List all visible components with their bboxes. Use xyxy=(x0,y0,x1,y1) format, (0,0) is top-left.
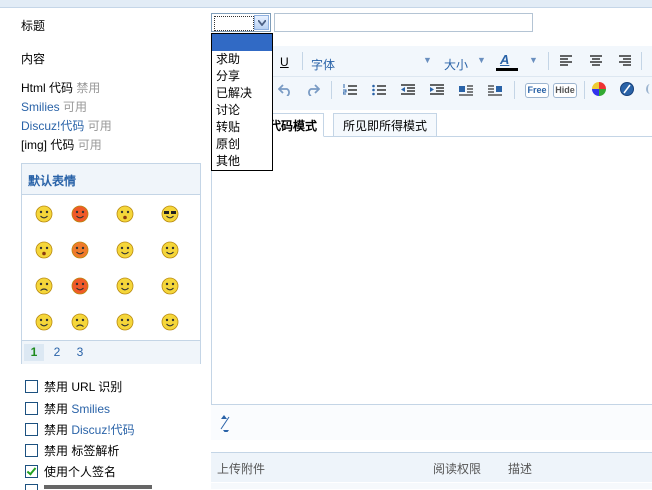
text-color-swatch xyxy=(496,68,518,71)
smilies-page-3[interactable]: 3 xyxy=(70,344,90,361)
smilies-status: Smilies 可用 xyxy=(21,100,88,114)
option-use-signature[interactable]: 使用个人签名 xyxy=(25,463,116,480)
option-disable-url[interactable]: 禁用 URL 识别 xyxy=(25,378,122,395)
attachments-row xyxy=(211,483,652,489)
option-partial-label xyxy=(44,485,152,489)
float-right-icon[interactable] xyxy=(488,84,502,99)
undo-icon[interactable] xyxy=(277,84,292,99)
align-right-icon[interactable] xyxy=(619,55,631,70)
font-select[interactable]: 字体 xyxy=(311,56,335,73)
title-label: 标题 xyxy=(21,19,46,33)
toolbar-divider xyxy=(331,81,332,99)
indent-icon[interactable] xyxy=(430,84,444,99)
media-icon[interactable] xyxy=(592,82,606,96)
option-partial-checkbox[interactable] xyxy=(25,484,38,490)
category-option[interactable]: 原创 xyxy=(212,136,272,153)
underline-button[interactable]: U xyxy=(280,55,289,69)
message-textarea[interactable] xyxy=(212,137,652,403)
smiley-sealed-icon[interactable] xyxy=(116,241,134,259)
smilies-page-2[interactable]: 2 xyxy=(47,344,67,361)
smiley-mad-icon[interactable] xyxy=(71,277,89,295)
category-option[interactable]: 分享 xyxy=(212,68,272,85)
smilies-help-link[interactable]: Smilies xyxy=(71,402,110,416)
option-disable-smilies-checkbox[interactable] xyxy=(25,402,38,415)
option-disable-tags[interactable]: 禁用 标签解析 xyxy=(25,442,119,459)
discuz-code-status-link[interactable]: Discuz!代码 xyxy=(21,119,84,133)
attach-col-upload: 上传附件 xyxy=(217,462,266,476)
attach-col-permission: 阅读权限 xyxy=(433,462,482,476)
resize-handle-icon[interactable] xyxy=(218,414,232,435)
category-option[interactable] xyxy=(212,34,272,51)
smiley-smile-icon[interactable] xyxy=(35,313,53,331)
option-use-signature-checkbox[interactable] xyxy=(25,465,38,478)
img-code-status: [img] 代码 可用 xyxy=(21,138,102,152)
option-disable-url-checkbox[interactable] xyxy=(25,380,38,393)
redo-icon[interactable] xyxy=(306,84,321,99)
smilies-pager: 1 2 3 xyxy=(22,340,200,364)
category-option[interactable]: 已解决 xyxy=(212,85,272,102)
color-chevron-down-icon[interactable]: ▼ xyxy=(529,55,538,65)
category-selected-value xyxy=(214,16,254,31)
smiley-dizzy-icon[interactable] xyxy=(35,205,53,223)
editor-resize-bar xyxy=(211,404,652,440)
smiley-surprise-icon[interactable] xyxy=(116,205,134,223)
discuz-code-status: Discuz!代码 可用 xyxy=(21,119,112,133)
title-input[interactable] xyxy=(274,13,533,32)
font-chevron-down-icon[interactable]: ▼ xyxy=(423,55,432,65)
size-select[interactable]: 大小 xyxy=(444,56,468,73)
toolbar-divider xyxy=(514,81,515,99)
unordered-list-icon[interactable] xyxy=(372,84,386,99)
smiley-smirk-icon[interactable] xyxy=(161,241,179,259)
option-disable-discuz[interactable]: 禁用 Discuz!代码 xyxy=(25,421,135,438)
free-button[interactable]: Free xyxy=(525,83,549,98)
toolbar-divider xyxy=(548,52,549,70)
float-left-icon[interactable] xyxy=(459,84,473,99)
smiley-teeth-icon[interactable] xyxy=(116,313,134,331)
category-option[interactable]: 转贴 xyxy=(212,119,272,136)
smiley-laugh-icon[interactable] xyxy=(161,313,179,331)
align-center-icon[interactable] xyxy=(590,55,602,70)
category-option[interactable]: 其他 xyxy=(212,153,272,170)
top-border xyxy=(0,0,652,8)
html-code-status: Html 代码 禁用 xyxy=(21,81,101,95)
smiley-kiss-icon[interactable] xyxy=(71,241,89,259)
smilies-panel-title: 默认表情 xyxy=(28,174,77,188)
smiley-cry-icon[interactable] xyxy=(35,277,53,295)
attach-col-description: 描述 xyxy=(508,462,533,476)
smilies-status-link[interactable]: Smilies xyxy=(21,100,60,114)
content-label: 内容 xyxy=(21,52,46,66)
option-disable-discuz-checkbox[interactable] xyxy=(25,423,38,436)
smiley-sad-icon[interactable] xyxy=(71,313,89,331)
option-disable-tags-checkbox[interactable] xyxy=(25,444,38,457)
smiley-shock-icon[interactable] xyxy=(35,241,53,259)
outdent-icon[interactable] xyxy=(401,84,415,99)
smilies-panel-header: 默认表情 xyxy=(22,164,200,195)
category-select[interactable] xyxy=(211,13,271,32)
discuz-code-help-link[interactable]: Discuz!代码 xyxy=(71,423,134,437)
chevron-down-icon[interactable] xyxy=(254,15,269,30)
text-color-button[interactable]: A xyxy=(500,52,509,67)
toolbar-divider xyxy=(584,81,585,99)
attachments-header: 上传附件 阅读权限 描述 xyxy=(211,452,652,482)
hide-button[interactable]: Hide xyxy=(553,83,577,98)
flash-icon[interactable] xyxy=(620,82,634,96)
toolbar-divider xyxy=(302,52,303,70)
size-chevron-down-icon[interactable]: ▼ xyxy=(477,55,486,65)
option-disable-smilies[interactable]: 禁用 Smilies xyxy=(25,400,110,417)
smiley-grin-icon[interactable] xyxy=(161,277,179,295)
smilies-page-1[interactable]: 1 xyxy=(24,344,44,361)
smilies-panel: 默认表情 1 2 3 xyxy=(21,163,201,364)
smiley-cool-icon[interactable] xyxy=(161,205,179,223)
category-option[interactable]: 求助 xyxy=(212,51,272,68)
align-left-icon[interactable] xyxy=(560,55,572,70)
category-option[interactable]: 讨论 xyxy=(212,102,272,119)
toolbar-divider xyxy=(641,52,642,70)
ordered-list-icon[interactable] xyxy=(342,84,357,99)
tab-wysiwyg-mode[interactable]: 所见即所得模式 xyxy=(333,113,437,137)
smiley-angry-icon[interactable] xyxy=(71,205,89,223)
category-dropdown-list[interactable]: 求助 分享 已解决 讨论 转贴 原创 其他 xyxy=(211,33,273,171)
smiley-tongue-icon[interactable] xyxy=(116,277,134,295)
more-icon[interactable] xyxy=(646,84,652,94)
